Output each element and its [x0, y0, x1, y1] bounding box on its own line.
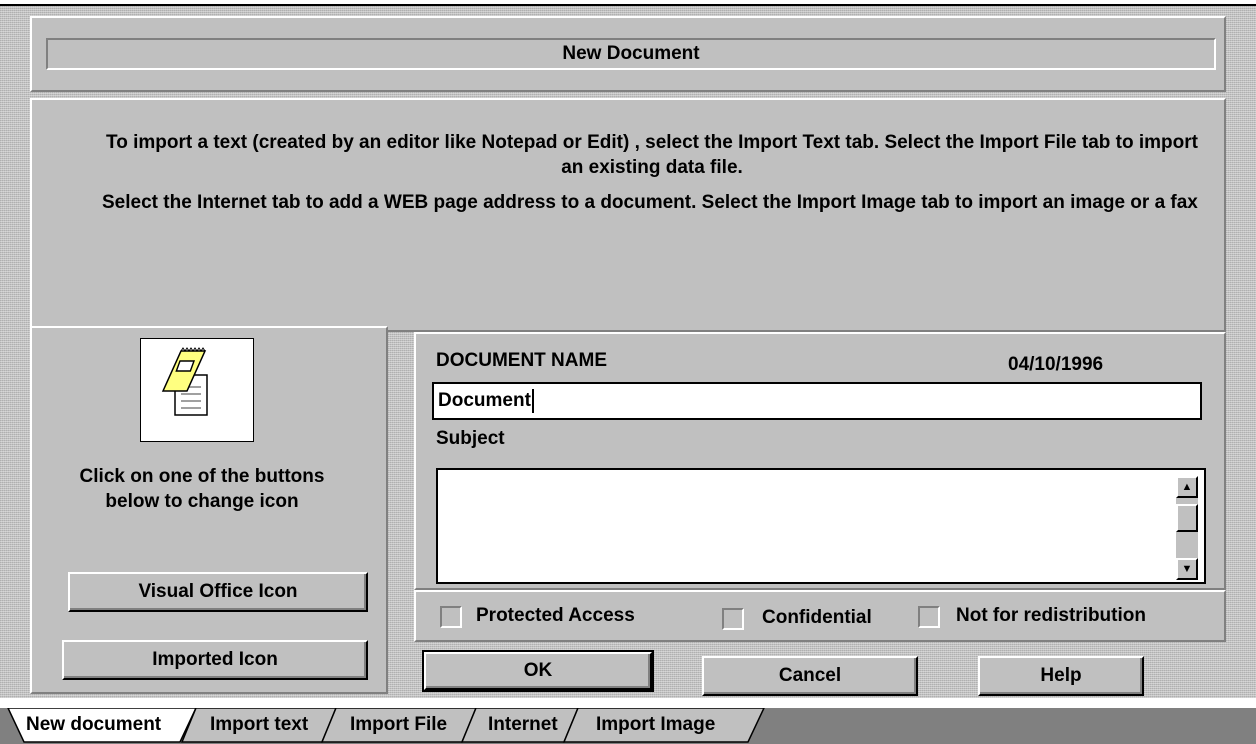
visual-office-icon-button[interactable]: Visual Office Icon [68, 572, 368, 612]
not-for-redistribution-label: Not for redistribution [956, 605, 1146, 626]
instructions-line1: To import a text (created by an editor l… [106, 132, 1198, 178]
icon-hint: Click on one of the buttons below to cha… [79, 466, 325, 512]
ok-button[interactable]: OK [422, 650, 654, 692]
cancel-button[interactable]: Cancel [702, 656, 918, 696]
instructions-panel: To import a text (created by an editor l… [30, 98, 1226, 332]
document-name-label: DOCUMENT NAME [436, 350, 607, 371]
tab-new-document[interactable]: New document [26, 708, 161, 742]
subject-scrollbar[interactable]: ▲ ▼ [1176, 476, 1198, 580]
help-button[interactable]: Help [978, 656, 1144, 696]
protected-access-checkbox[interactable] [440, 606, 462, 628]
document-name-input[interactable]: Document [432, 382, 1202, 420]
protected-access-label: Protected Access [476, 605, 635, 626]
tab-import-file[interactable]: Import File [350, 708, 447, 742]
document-date: 04/10/1996 [1008, 354, 1104, 375]
not-for-redistribution-checkbox[interactable] [918, 606, 940, 628]
subject-label: Subject [436, 428, 505, 449]
icon-preview [140, 338, 254, 442]
subject-textarea[interactable]: ▲ ▼ [436, 468, 1206, 584]
dialog-body: New Document To import a text (created b… [0, 6, 1256, 698]
icon-panel: Click on one of the buttons below to cha… [30, 326, 388, 694]
tab-import-image[interactable]: Import Image [596, 708, 715, 742]
document-form-panel: DOCUMENT NAME 04/10/1996 Document Subjec… [414, 332, 1226, 590]
tab-internet[interactable]: Internet [488, 708, 558, 742]
tab-bar: New document Import text Import File Int… [0, 708, 1256, 744]
title-bar: New Document [46, 38, 1216, 70]
dialog-title: New Document [562, 43, 700, 64]
imported-icon-button[interactable]: Imported Icon [62, 640, 368, 680]
scroll-down-icon[interactable]: ▼ [1176, 558, 1198, 580]
confidential-checkbox[interactable] [722, 608, 744, 630]
document-name-value: Document [438, 390, 531, 411]
instructions-line2: Select the Internet tab to add a WEB pag… [102, 192, 1198, 213]
scroll-up-icon[interactable]: ▲ [1176, 476, 1198, 498]
document-notepad-icon [161, 347, 208, 416]
confidential-label: Confidential [762, 607, 872, 628]
options-panel: Protected Access Confidential Not for re… [414, 590, 1226, 642]
tab-import-text[interactable]: Import text [210, 708, 308, 742]
scroll-thumb[interactable] [1176, 504, 1198, 532]
text-cursor [531, 389, 534, 413]
